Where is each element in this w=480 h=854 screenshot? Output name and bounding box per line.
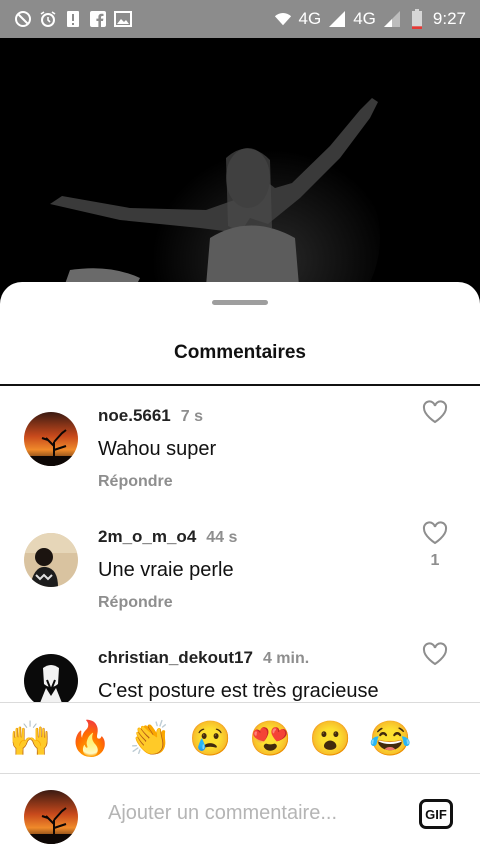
surprised-face-emoji[interactable]: 😮	[309, 718, 351, 760]
like-heart-icon[interactable]	[422, 642, 448, 666]
sad-face-emoji[interactable]: 😢	[189, 718, 231, 760]
alert-icon	[64, 10, 82, 28]
current-user-avatar	[24, 790, 78, 844]
reply-button[interactable]: Répondre	[98, 473, 173, 491]
like-count[interactable]: 1	[422, 552, 448, 570]
battery-icon	[408, 9, 426, 29]
gif-button[interactable]: GIF	[419, 799, 453, 829]
comment-text: C'est posture est très gracieuse	[98, 680, 379, 702]
comment-time: 7 s	[180, 408, 204, 425]
comment-author[interactable]: christian_dekout17 4 min.	[98, 648, 309, 668]
fire-emoji[interactable]: 🔥	[69, 718, 111, 760]
comment-author[interactable]: 2m_o_m_o4 44 s	[98, 527, 237, 547]
comment-text: Une vraie perle	[98, 559, 234, 581]
comment-input[interactable]	[108, 796, 398, 830]
status-right-icons: 4G 4G 9:27	[274, 9, 466, 29]
drag-handle[interactable]	[212, 300, 268, 305]
like-heart-icon[interactable]	[422, 400, 448, 424]
alarm-icon	[39, 10, 57, 28]
comment-text: Wahou super	[98, 438, 217, 460]
comment-time: 4 min.	[262, 650, 310, 667]
comment-item: christian_dekout17 4 min. C'est posture e…	[0, 628, 480, 702]
gallery-icon	[114, 10, 132, 28]
clapping-hands-emoji[interactable]: 👏	[129, 718, 171, 760]
comment-username[interactable]: christian_dekout17	[98, 648, 253, 667]
network-type-right: 4G	[353, 9, 376, 28]
blocked-icon	[14, 10, 32, 28]
avatar[interactable]	[24, 533, 78, 587]
status-bar: 4G 4G 9:27	[0, 0, 480, 38]
sheet-title: Commentaires	[174, 342, 306, 363]
comment-composer: GIF	[0, 774, 480, 854]
comments-list[interactable]: noe.5661 7 s Wahou super Répondre 2m_o_m_	[0, 386, 480, 702]
signal-icon	[328, 10, 346, 28]
emoji-bar: 🙌 🔥 👏 😢 😍 😮 😂	[0, 702, 480, 774]
comment-item: 2m_o_m_o4 44 s Une vraie perle Répondre 1	[0, 507, 480, 627]
comments-sheet: Commentaires noe.5661 7 s Wahou super Rép…	[0, 282, 480, 854]
comment-time: 44 s	[206, 529, 238, 546]
laughing-face-emoji[interactable]: 😂	[369, 718, 411, 760]
raising-hands-emoji[interactable]: 🙌	[9, 718, 51, 760]
like-heart-icon[interactable]	[422, 521, 448, 545]
comment-username[interactable]: noe.5661	[98, 406, 171, 425]
comment-author[interactable]: noe.5661 7 s	[98, 406, 203, 426]
facebook-icon	[89, 10, 107, 28]
heart-eyes-emoji[interactable]: 😍	[249, 718, 291, 760]
comment-item: noe.5661 7 s Wahou super Répondre	[0, 386, 480, 506]
post-photo	[0, 38, 480, 298]
comment-username[interactable]: 2m_o_m_o4	[98, 527, 196, 546]
clock: 9:27	[432, 9, 466, 28]
wifi-icon	[274, 10, 292, 28]
signal-weak-icon	[383, 10, 401, 28]
status-left-icons	[14, 10, 132, 28]
reply-button[interactable]: Répondre	[98, 594, 173, 612]
network-type-left: 4G	[298, 9, 322, 28]
avatar[interactable]	[24, 654, 78, 702]
avatar[interactable]	[24, 412, 78, 466]
